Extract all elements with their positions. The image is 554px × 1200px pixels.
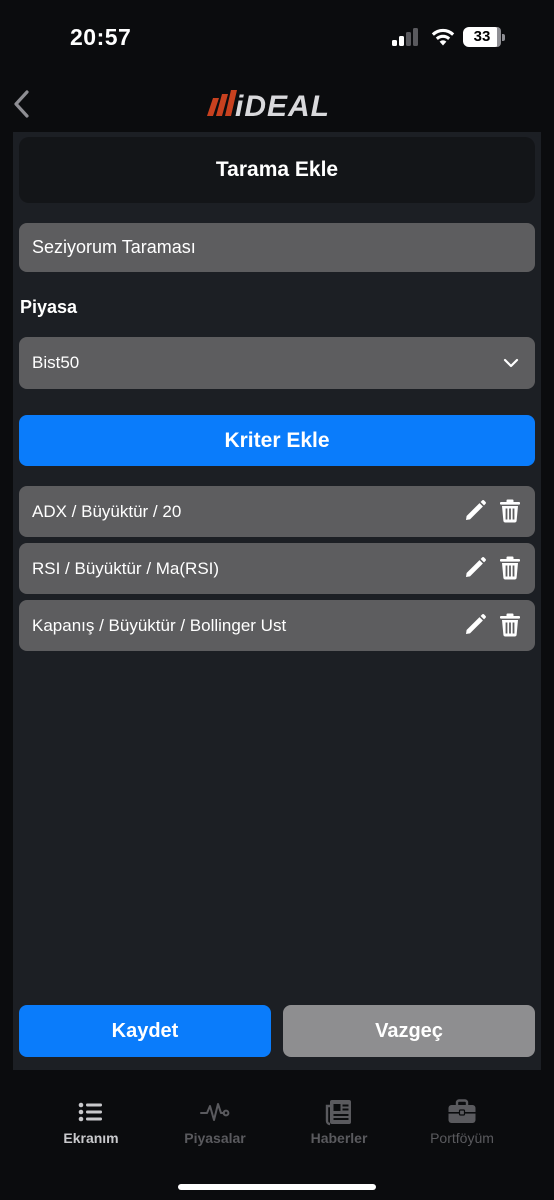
tab-bar: Ekranım Piyasalar Haberler Portföyüm bbox=[0, 1086, 554, 1200]
add-criteria-button[interactable]: Kriter Ekle bbox=[19, 415, 535, 466]
criteria-list: ADX / Büyüktür / 20 RSI / Büyüktür / Ma(… bbox=[19, 486, 535, 657]
delete-trash-icon[interactable] bbox=[499, 556, 521, 580]
main-panel: Tarama Ekle Piyasa Bist50 Kriter Ekle AD… bbox=[13, 132, 541, 1070]
battery-icon: 33 bbox=[463, 27, 505, 47]
market-select-value: Bist50 bbox=[32, 353, 80, 372]
page-header: Tarama Ekle bbox=[19, 137, 535, 203]
tab-label: Portföyüm bbox=[430, 1130, 494, 1146]
tab-piyasalar[interactable]: Piyasalar bbox=[160, 1098, 270, 1148]
chevron-down-icon bbox=[503, 358, 519, 368]
tab-ekranim[interactable]: Ekranım bbox=[36, 1098, 146, 1148]
nav-bar: iDEAL bbox=[0, 76, 554, 132]
tab-label: Piyasalar bbox=[184, 1130, 246, 1146]
edit-pencil-icon[interactable] bbox=[463, 613, 487, 637]
criteria-item: ADX / Büyüktür / 20 bbox=[19, 486, 535, 537]
cellular-signal-icon bbox=[392, 28, 422, 46]
criteria-text: RSI / Büyüktür / Ma(RSI) bbox=[32, 558, 220, 578]
page-title: Tarama Ekle bbox=[215, 158, 339, 181]
tab-label: Haberler bbox=[310, 1130, 368, 1146]
back-chevron-icon[interactable] bbox=[8, 86, 36, 122]
delete-trash-icon[interactable] bbox=[499, 499, 521, 523]
briefcase-icon bbox=[448, 1099, 476, 1123]
tab-label: Ekranım bbox=[63, 1130, 119, 1146]
home-indicator bbox=[178, 1184, 376, 1190]
pulse-icon bbox=[200, 1103, 230, 1121]
scan-name-input[interactable] bbox=[19, 223, 535, 272]
edit-pencil-icon[interactable] bbox=[463, 499, 487, 523]
svg-text:iDEAL: iDEAL bbox=[235, 90, 330, 120]
criteria-text: Kapanış / Büyüktür / Bollinger Ust bbox=[32, 615, 287, 635]
criteria-item: RSI / Büyüktür / Ma(RSI) bbox=[19, 543, 535, 594]
delete-trash-icon[interactable] bbox=[499, 613, 521, 637]
tab-haberler[interactable]: Haberler bbox=[284, 1098, 394, 1148]
criteria-item: Kapanış / Büyüktür / Bollinger Ust bbox=[19, 600, 535, 651]
criteria-text: ADX / Büyüktür / 20 bbox=[32, 501, 182, 521]
status-time: 20:57 bbox=[70, 24, 132, 50]
status-bar: 20:57 33 bbox=[0, 0, 554, 76]
edit-pencil-icon[interactable] bbox=[463, 556, 487, 580]
tab-portfoyum[interactable]: Portföyüm bbox=[407, 1098, 517, 1148]
list-icon bbox=[78, 1102, 102, 1122]
newspaper-icon bbox=[325, 1100, 351, 1126]
ideal-logo: iDEAL bbox=[207, 90, 330, 120]
wifi-icon bbox=[431, 28, 455, 46]
save-button[interactable]: Kaydet bbox=[19, 1005, 271, 1057]
market-label: Piyasa bbox=[20, 297, 78, 317]
battery-level: 33 bbox=[463, 27, 501, 47]
cancel-button[interactable]: Vazgeç bbox=[283, 1005, 535, 1057]
market-select[interactable]: Bist50 bbox=[19, 337, 535, 389]
